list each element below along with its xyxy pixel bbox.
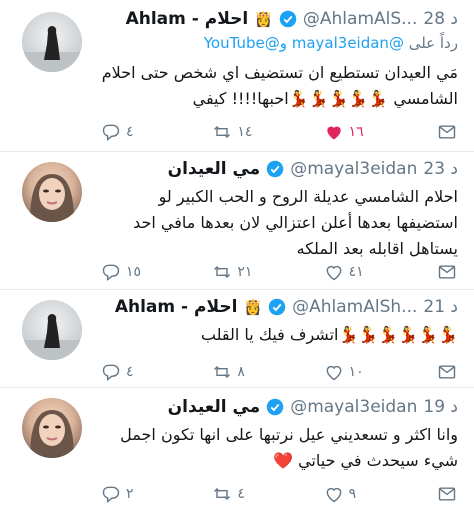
reply-button[interactable]: ٤: [100, 362, 160, 382]
crown-emoji: 👸: [254, 10, 273, 28]
reply-count: ٢: [126, 486, 134, 502]
verified-icon: [268, 298, 286, 316]
avatar[interactable]: [22, 398, 82, 458]
like-icon: [326, 487, 342, 503]
author-name[interactable]: Ahlam - احلام: [126, 9, 249, 29]
retweet-button[interactable]: ٤: [211, 484, 271, 504]
retweet-icon: [214, 265, 231, 279]
avatar[interactable]: [22, 300, 82, 360]
avatar[interactable]: [22, 162, 82, 222]
like-count: ١٠: [348, 364, 364, 380]
retweet-icon: [214, 487, 231, 501]
author-handle[interactable]: @mayal3eidan: [290, 159, 417, 179]
share-button[interactable]: [434, 484, 458, 504]
verified-icon: [266, 398, 284, 416]
share-icon: [438, 365, 456, 379]
like-icon: [326, 365, 342, 381]
share-button[interactable]: [434, 122, 458, 142]
tweet-time[interactable]: 21 د: [423, 297, 458, 317]
tweet-text: مَي العيدان تستطيع ان تستضيف اي شخص حتى …: [101, 63, 458, 108]
avatar-face-icon: [30, 410, 74, 458]
retweet-count: ٤: [237, 486, 245, 502]
share-button[interactable]: [434, 362, 458, 382]
like-count: ٤١: [348, 264, 364, 280]
reply-icon: [102, 264, 120, 281]
retweet-count: ١٤: [237, 124, 253, 140]
retweet-count: ٢١: [237, 264, 253, 280]
crown-emoji: 👸: [243, 298, 263, 316]
reply-button[interactable]: ١٥: [100, 262, 160, 282]
reply-icon: [102, 486, 120, 503]
share-button[interactable]: [434, 262, 458, 282]
tweet-text: احلام الشامسي عديلة الروح و الحب الكبير …: [133, 187, 458, 258]
tweet-header: مي العيدان @mayal3eidan 19 د: [168, 394, 458, 420]
reply-count: ٤: [126, 364, 134, 380]
avatar-figure-icon: [22, 314, 82, 360]
tweet-time[interactable]: 23 د: [423, 159, 458, 179]
tweet-text: 💃💃💃💃💃💃اتشرف فيك يا القلب: [200, 325, 458, 344]
retweet-button[interactable]: ٨: [211, 362, 271, 382]
share-icon: [438, 265, 456, 279]
replying-to: رداً على @mayal3eidan و@YouTube: [204, 34, 458, 52]
retweet-icon: [214, 125, 231, 139]
tweet[interactable]: مي العيدان @mayal3eidan 19 د وانا اكثر و…: [0, 388, 474, 518]
tweet-actions: ١٥ ٢١ ٤١: [100, 260, 458, 284]
author-handle[interactable]: @mayal3eidan: [290, 397, 417, 417]
reply-count: ٤: [126, 124, 134, 140]
like-button[interactable]: ١٠: [323, 362, 383, 382]
verified-icon: [279, 10, 297, 28]
retweet-button[interactable]: ١٤: [211, 122, 271, 142]
tweet[interactable]: Ahlam - احلام 👸 @AhlamAlS... 28 د رداً ع…: [0, 0, 474, 151]
author-name[interactable]: مي العيدان: [168, 159, 261, 179]
like-button[interactable]: ١٦: [323, 122, 383, 142]
reply-count: ١٥: [126, 264, 142, 280]
author-name[interactable]: Ahlam - احلام: [115, 297, 238, 317]
avatar-face-icon: [30, 174, 74, 222]
tweet-header: مي العيدان @mayal3eidan 23 د: [168, 156, 458, 182]
tweet[interactable]: مي العيدان @mayal3eidan 23 د احلام الشام…: [0, 152, 474, 289]
tweet[interactable]: Ahlam - احلام 👸 @AhlamAlSh... 21 د 💃💃💃💃💃…: [0, 290, 474, 387]
like-count: ٩: [348, 486, 357, 502]
tweet-actions: ٤ ٨ ١٠: [100, 360, 458, 384]
avatar-figure-icon: [22, 26, 82, 72]
retweet-icon: [214, 365, 231, 379]
reply-button[interactable]: ٤: [100, 122, 160, 142]
replying-prefix: رداً على: [408, 34, 458, 52]
tweet-header: Ahlam - احلام 👸 @AhlamAlSh... 21 د: [115, 294, 458, 320]
like-button[interactable]: ٩: [323, 484, 383, 504]
tweet-actions: ٤ ١٤ ١٦: [100, 120, 458, 144]
like-icon: [326, 265, 342, 281]
verified-icon: [266, 160, 284, 178]
tweet-actions: ٢ ٤ ٩: [100, 482, 458, 506]
tweet-text: وانا اكثر و تسعديني عيل نرتبها على انها …: [120, 425, 458, 470]
reply-icon: [102, 364, 120, 381]
like-count: ١٦: [348, 124, 364, 140]
tweet-time[interactable]: 19 د: [423, 397, 458, 417]
reply-button[interactable]: ٢: [100, 484, 160, 504]
like-button[interactable]: ٤١: [323, 262, 383, 282]
replying-mentions[interactable]: @mayal3eidan و@YouTube: [204, 34, 404, 52]
author-handle[interactable]: @AhlamAlSh...: [292, 297, 417, 317]
tweet-header: Ahlam - احلام 👸 @AhlamAlS... 28 د: [126, 6, 458, 32]
share-icon: [438, 125, 456, 139]
reply-icon: [102, 124, 120, 141]
author-name[interactable]: مي العيدان: [168, 397, 261, 417]
retweet-count: ٨: [237, 364, 245, 380]
tweet-time[interactable]: 28 د: [423, 9, 458, 29]
author-handle[interactable]: @AhlamAlS...: [303, 9, 417, 29]
like-icon: [326, 126, 341, 140]
retweet-button[interactable]: ٢١: [211, 262, 271, 282]
avatar[interactable]: [22, 12, 82, 72]
share-icon: [438, 487, 456, 501]
